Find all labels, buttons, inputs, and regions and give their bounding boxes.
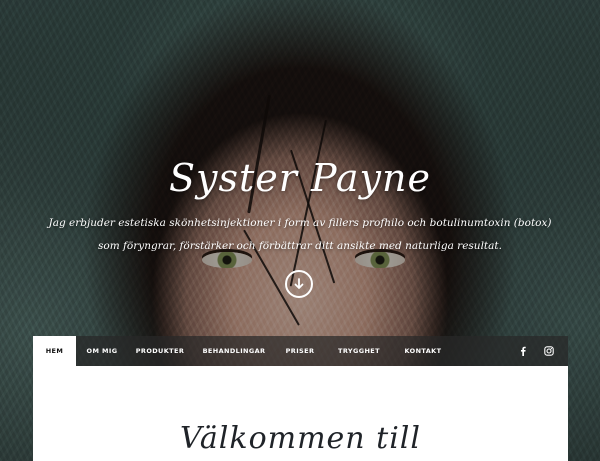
arrow-down-icon (293, 278, 305, 290)
facebook-icon[interactable] (518, 346, 528, 356)
social-links (518, 346, 568, 356)
nav-item-produkter[interactable]: PRODUKTER (128, 336, 192, 366)
nav-item-kontakt[interactable]: KONTAKT (394, 336, 452, 366)
nav-item-hem[interactable]: HEM (33, 336, 76, 366)
nav-item-behandlingar[interactable]: BEHANDLINGAR (192, 336, 276, 366)
hero-tagline-line-2: som föryngrar, förstärker och förbättrar… (98, 240, 502, 252)
instagram-icon[interactable] (544, 346, 554, 356)
welcome-heading: Välkommen till (180, 421, 421, 456)
nav-item-priser[interactable]: PRISER (276, 336, 324, 366)
welcome-section: Välkommen till (33, 366, 568, 461)
hero-tagline-line-1: Jag erbjuder estetiska skönhetsinjektion… (48, 217, 552, 229)
hero-title: Syster Payne (169, 156, 431, 200)
nav-item-om-mig[interactable]: OM MIG (76, 336, 128, 366)
scroll-down-button[interactable] (285, 270, 313, 298)
main-navigation: HEM OM MIG PRODUKTER BEHANDLINGAR PRISER… (33, 336, 568, 366)
page: Syster Payne Jag erbjuder estetiska skön… (0, 0, 600, 461)
nav-item-trygghet[interactable]: TRYGGHET (324, 336, 394, 366)
